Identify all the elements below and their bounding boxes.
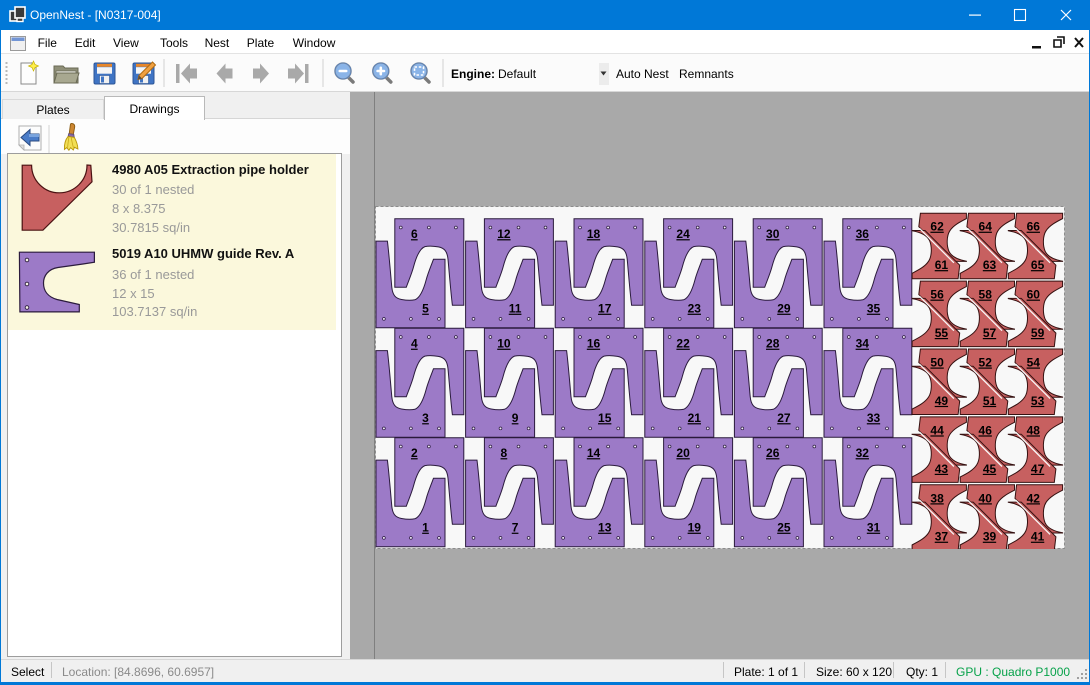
svg-text:29: 29	[777, 301, 791, 315]
svg-text:34: 34	[855, 336, 869, 350]
svg-text:63: 63	[982, 258, 996, 272]
svg-text:55: 55	[934, 326, 948, 340]
svg-text:27: 27	[777, 411, 791, 425]
svg-text:28: 28	[766, 336, 780, 350]
svg-text:39: 39	[982, 529, 996, 543]
svg-text:37: 37	[934, 529, 948, 543]
svg-text:42: 42	[1026, 491, 1040, 505]
svg-text:14: 14	[586, 446, 600, 460]
svg-text:7: 7	[511, 520, 518, 534]
svg-text:59: 59	[1030, 326, 1044, 340]
svg-text:65: 65	[1030, 258, 1044, 272]
svg-text:12: 12	[497, 227, 511, 241]
svg-text:32: 32	[855, 446, 869, 460]
svg-text:2: 2	[410, 446, 417, 460]
svg-text:45: 45	[982, 461, 996, 475]
svg-text:43: 43	[934, 461, 948, 475]
svg-text:57: 57	[982, 326, 996, 340]
svg-text:38: 38	[930, 491, 944, 505]
svg-text:66: 66	[1026, 219, 1040, 233]
svg-text:33: 33	[866, 411, 880, 425]
svg-text:25: 25	[777, 520, 791, 534]
svg-text:1: 1	[422, 520, 429, 534]
svg-text:40: 40	[978, 491, 992, 505]
svg-text:22: 22	[676, 336, 690, 350]
svg-text:41: 41	[1030, 529, 1044, 543]
svg-text:17: 17	[598, 301, 612, 315]
svg-text:48: 48	[1026, 423, 1040, 437]
svg-text:31: 31	[866, 520, 880, 534]
svg-text:4: 4	[410, 336, 417, 350]
svg-text:52: 52	[978, 355, 992, 369]
svg-text:15: 15	[598, 411, 612, 425]
svg-text:5: 5	[422, 301, 429, 315]
svg-text:49: 49	[934, 393, 948, 407]
svg-text:26: 26	[766, 446, 780, 460]
svg-text:18: 18	[586, 227, 600, 241]
svg-text:30: 30	[766, 227, 780, 241]
svg-text:6: 6	[410, 227, 417, 241]
svg-text:58: 58	[978, 287, 992, 301]
svg-text:47: 47	[1030, 461, 1044, 475]
svg-text:36: 36	[855, 227, 869, 241]
svg-text:23: 23	[687, 301, 701, 315]
svg-text:56: 56	[930, 287, 944, 301]
svg-text:16: 16	[586, 336, 600, 350]
svg-text:54: 54	[1026, 355, 1040, 369]
svg-text:51: 51	[982, 393, 996, 407]
svg-text:11: 11	[508, 301, 521, 315]
svg-text:13: 13	[598, 520, 612, 534]
svg-text:53: 53	[1030, 393, 1044, 407]
svg-text:64: 64	[978, 219, 992, 233]
svg-text:19: 19	[687, 520, 701, 534]
svg-text:10: 10	[497, 336, 511, 350]
svg-text:20: 20	[676, 446, 690, 460]
svg-text:46: 46	[978, 423, 992, 437]
svg-text:3: 3	[422, 411, 429, 425]
svg-text:8: 8	[500, 446, 507, 460]
svg-text:9: 9	[511, 411, 518, 425]
svg-text:24: 24	[676, 227, 690, 241]
svg-text:21: 21	[687, 411, 701, 425]
svg-text:50: 50	[930, 355, 944, 369]
svg-text:62: 62	[930, 219, 944, 233]
svg-text:60: 60	[1026, 287, 1040, 301]
svg-text:44: 44	[930, 423, 944, 437]
svg-text:61: 61	[934, 258, 948, 272]
svg-text:35: 35	[866, 301, 880, 315]
